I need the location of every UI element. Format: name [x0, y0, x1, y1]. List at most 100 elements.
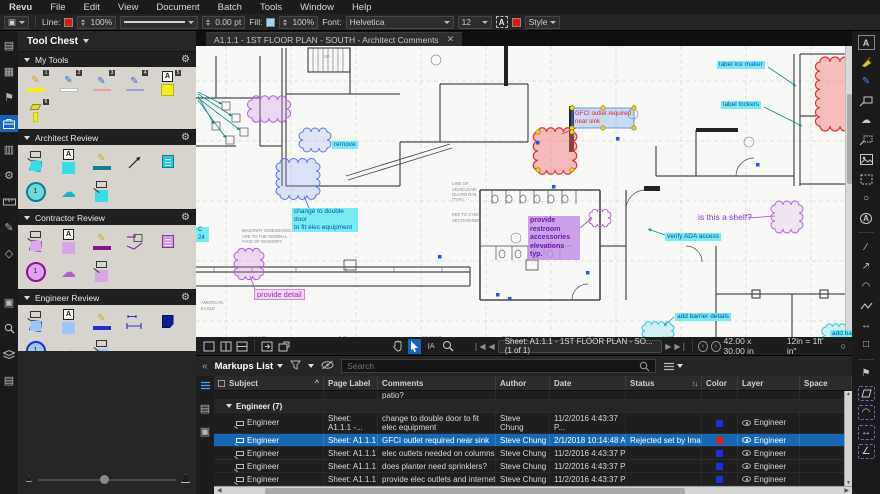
font-color-swatch[interactable]	[512, 18, 521, 27]
menu-window[interactable]: Window	[291, 2, 343, 13]
col-status[interactable]: Status	[626, 376, 702, 390]
properties-panel-icon[interactable]	[0, 37, 18, 54]
cloud-markup-shelf[interactable]	[771, 201, 803, 233]
markups-page-icon[interactable]	[196, 401, 214, 416]
shelf-markup[interactable]: is this a shelf?	[698, 212, 752, 222]
cloud-markup-blue-small[interactable]	[299, 128, 331, 152]
remove-markup[interactable]: remove	[332, 141, 358, 149]
shapes-panel-icon[interactable]	[0, 245, 18, 262]
tool-cloud-contractor[interactable]	[55, 258, 82, 285]
markups-menu-icon[interactable]	[196, 378, 214, 393]
lockers-markup[interactable]: label lockers	[721, 101, 761, 109]
slider-knob[interactable]	[100, 475, 109, 484]
measure-area-tool-icon[interactable]	[858, 386, 875, 401]
cloud-markup-provide-detail[interactable]	[234, 249, 264, 280]
font-style-icon[interactable]: A	[496, 16, 508, 28]
zoom-tool-icon[interactable]	[441, 339, 455, 354]
gear-icon[interactable]	[181, 54, 190, 65]
table-row[interactable]: Engineer Sheet: A1.1.1 -... does planter…	[214, 460, 852, 473]
cloud-markup-purple[interactable]	[248, 96, 291, 123]
tool-callout-box-contractor[interactable]	[88, 258, 115, 285]
table-row-partial[interactable]: patio?	[214, 391, 852, 400]
tool-textbox-engineer[interactable]: A	[55, 308, 82, 335]
callout-tool-icon[interactable]	[858, 94, 875, 109]
tool-arrow-architect[interactable]	[121, 148, 148, 175]
col-space[interactable]: Space	[800, 376, 852, 390]
font-dropdown[interactable]: Helvetica	[346, 16, 454, 29]
col-color[interactable]: Color	[702, 376, 738, 390]
table-row[interactable]: Engineer Sheet: A1.1.1 -... provide elec…	[214, 473, 852, 486]
select-all-checkbox[interactable]	[218, 380, 225, 387]
tool-callout-box-engineer[interactable]	[88, 337, 115, 351]
bookmarks-panel-icon[interactable]	[0, 89, 18, 106]
sheet-field[interactable]: Sheet: A1.1.1 - 1ST FLOOR PLAN - SO... (…	[498, 340, 663, 353]
tool-pencil[interactable]: 1✎	[22, 70, 49, 97]
menu-batch[interactable]: Batch	[209, 2, 251, 13]
measure-arc-tool-icon[interactable]	[858, 405, 875, 420]
pan-tool-icon[interactable]	[391, 339, 405, 354]
measure-angle-tool-icon[interactable]	[858, 444, 875, 459]
split-vertical-icon[interactable]	[219, 339, 233, 354]
first-page-icon[interactable]: ❘◀	[473, 342, 486, 351]
tool-cloud-architect[interactable]	[55, 178, 82, 205]
menu-document[interactable]: Document	[147, 2, 208, 13]
cloud-callout-tool-icon[interactable]	[858, 133, 875, 148]
select-tool-icon[interactable]	[408, 339, 422, 354]
cloud-markup-red-selected[interactable]	[533, 128, 577, 175]
markups-horizontal-scrollbar[interactable]: ◀▶	[214, 486, 852, 494]
measure-width-tool-icon[interactable]	[858, 425, 875, 440]
provide-detail-markup[interactable]: provide detail	[254, 289, 305, 300]
menu-help[interactable]: Help	[343, 2, 381, 13]
gear-icon[interactable]	[181, 212, 190, 223]
tool-count-contractor[interactable]: 1	[22, 258, 49, 285]
list-options-icon[interactable]	[663, 362, 683, 371]
drawing-canvas[interactable]: 23'-8 1/2" 4'-4" 23'-10 1/2" 8'-6" 7'-8"…	[196, 46, 852, 337]
line-style-dropdown[interactable]	[120, 16, 198, 29]
split-horizontal-icon[interactable]	[235, 339, 249, 354]
chevron-down-icon[interactable]	[308, 364, 314, 368]
sets-panel-icon[interactable]	[0, 294, 18, 311]
highlighter-tool-icon[interactable]	[858, 55, 875, 70]
tool-pen-red[interactable]: 3✎	[88, 70, 115, 97]
arrow-tool-icon[interactable]	[858, 259, 875, 274]
close-icon[interactable]: ✕	[447, 34, 455, 45]
snapshot-tool-icon[interactable]	[858, 172, 875, 187]
text-box-tool-icon[interactable]: A	[858, 35, 875, 50]
tool-highlight-contractor[interactable]: ✎	[88, 228, 115, 255]
tool-count-architect[interactable]: 1	[22, 178, 49, 205]
tool-pen-white[interactable]: 2✎	[55, 70, 82, 97]
gfci-markup[interactable]: GFCI outlet required near sink	[575, 110, 633, 125]
col-date[interactable]: Date	[550, 376, 626, 390]
section-contractor-review[interactable]: Contractor Review	[18, 209, 196, 225]
menu-revu[interactable]: Revu	[0, 2, 41, 13]
col-subject[interactable]: Subject^	[214, 376, 324, 390]
stamp-tool-icon[interactable]	[858, 211, 875, 226]
badge-scan-markup[interactable]: add badge scan	[830, 330, 852, 337]
menu-tools[interactable]: Tools	[251, 2, 291, 13]
settings-icon[interactable]	[0, 167, 18, 184]
select-text-icon[interactable]: IA	[424, 339, 438, 354]
tool-note-engineer[interactable]	[154, 308, 181, 335]
tool-size-slider[interactable]	[24, 474, 190, 486]
tool-chest-header[interactable]: Tool Chest	[18, 31, 196, 51]
markups-export-icon[interactable]	[196, 424, 214, 439]
fill-color-swatch[interactable]	[266, 18, 275, 27]
line-color-swatch[interactable]	[64, 18, 73, 27]
tool-highlight-architect[interactable]: ✎	[88, 148, 115, 175]
table-row[interactable]: Engineer Sheet: A1.1.1 -... change to do…	[214, 413, 852, 434]
line-opacity-stepper[interactable]: 100%	[77, 16, 116, 29]
tool-count-engineer[interactable]: 1	[22, 337, 49, 351]
search-panel-icon[interactable]	[0, 320, 18, 337]
arc-tool-icon[interactable]	[858, 279, 875, 294]
rectangle-tool-icon[interactable]	[858, 337, 875, 352]
filter-icon[interactable]	[290, 360, 301, 373]
tool-preset-dropdown[interactable]	[4, 16, 29, 29]
line-tool-icon[interactable]	[858, 240, 875, 255]
tool-polyline-contractor[interactable]	[121, 228, 148, 255]
style-dropdown[interactable]: Style	[525, 16, 561, 29]
polyline-tool-icon[interactable]	[858, 298, 875, 313]
windows-panel-icon[interactable]	[0, 141, 18, 158]
fill-opacity-stepper[interactable]: 100%	[279, 16, 318, 29]
prev-page-icon[interactable]: ◀	[489, 342, 495, 351]
group-row-engineer[interactable]: Engineer (7)	[214, 400, 852, 413]
